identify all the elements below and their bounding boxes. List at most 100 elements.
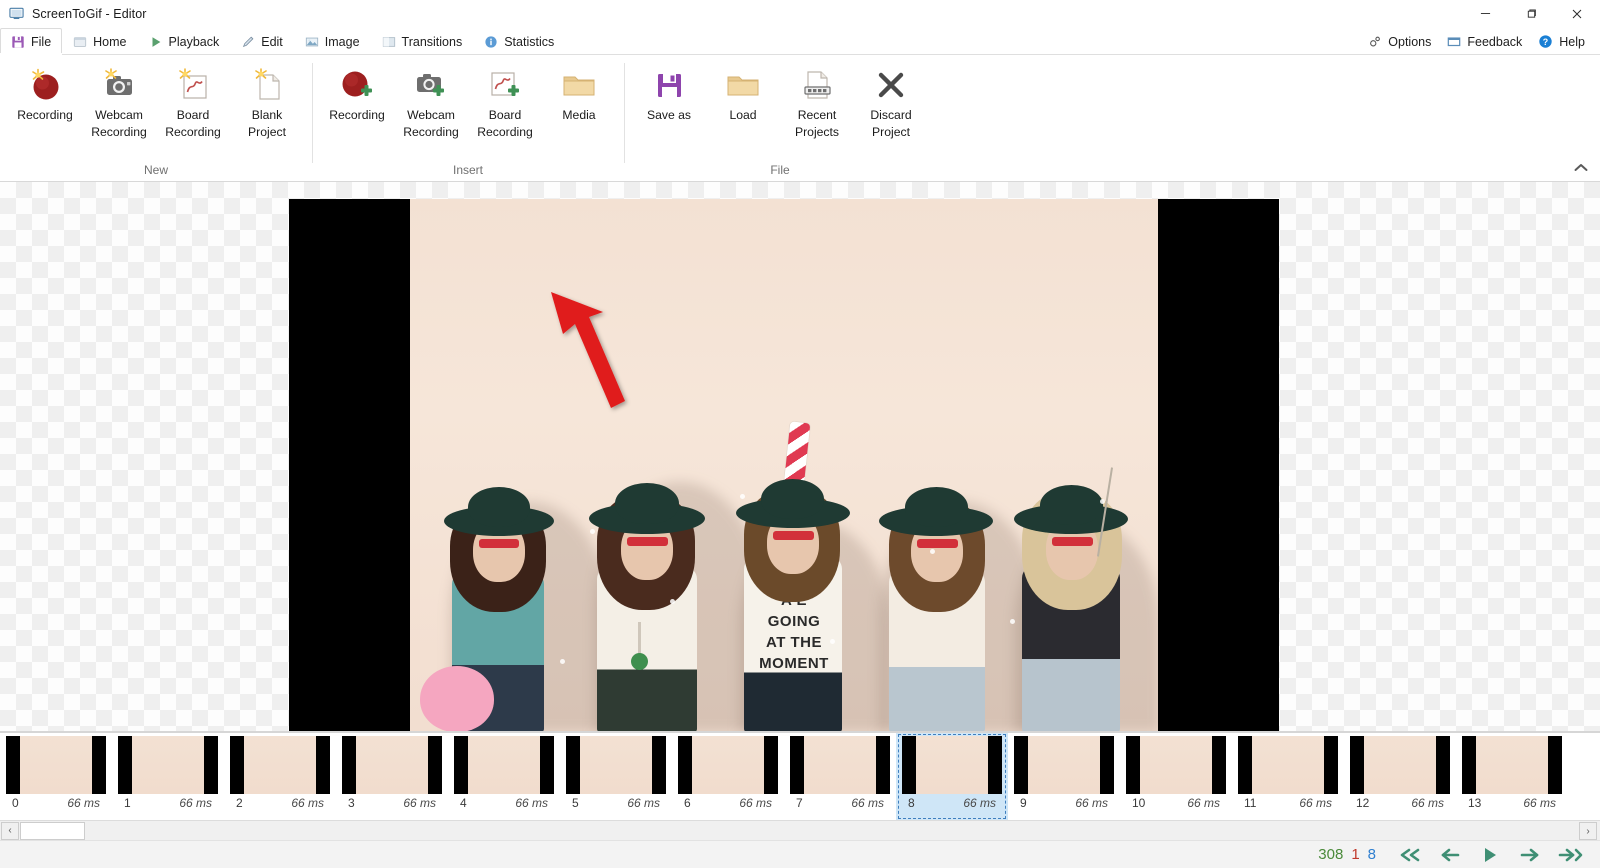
close-button[interactable] [1554, 0, 1600, 28]
frame-item-3[interactable]: 366 ms [336, 733, 448, 820]
frame-index: 4 [460, 796, 467, 810]
blank-project-label-2: Project [248, 124, 286, 141]
frame-index: 11 [1244, 796, 1256, 810]
new-webcam-label-1: Webcam [95, 107, 143, 124]
preview-image: A E GOING AT THE MOMENT [289, 199, 1279, 732]
selected-frames-count: 1 [1351, 846, 1359, 863]
feedback-icon [1447, 35, 1461, 49]
ribbon-group-new: Recording [0, 55, 312, 181]
new-webcam-recording-button[interactable]: Webcam Recording [82, 61, 156, 143]
insert-webcam-icon [412, 65, 450, 105]
recent-projects-label-2: Projects [795, 124, 839, 141]
next-frame-button[interactable] [1510, 842, 1550, 868]
frame-item-7[interactable]: 766 ms [784, 733, 896, 820]
frame-index: 13 [1468, 796, 1481, 810]
scroll-left-button[interactable]: ‹ [1, 822, 19, 840]
insert-webcam-label-1: Webcam [407, 107, 455, 124]
frame-item-6[interactable]: 666 ms [672, 733, 784, 820]
frame-thumbnail [902, 736, 1002, 794]
preview-canvas[interactable]: A E GOING AT THE MOMENT [0, 182, 1600, 732]
insert-webcam-recording-button[interactable]: Webcam Recording [394, 61, 468, 143]
frame-duration: 66 ms [851, 796, 884, 810]
frame-duration: 66 ms [739, 796, 772, 810]
chevron-up-icon[interactable] [1568, 157, 1594, 177]
picture-icon [305, 35, 319, 49]
new-webcam-icon [100, 65, 138, 105]
insert-board-icon [487, 65, 523, 105]
new-recording-button[interactable]: Recording [8, 61, 82, 137]
scrollbar-track[interactable] [20, 822, 1600, 840]
frame-thumbnail [118, 736, 218, 794]
frame-index: 12 [1356, 796, 1369, 810]
scroll-right-button[interactable]: › [1579, 822, 1597, 840]
frame-duration: 66 ms [1187, 796, 1220, 810]
tab-edit[interactable]: Edit [230, 28, 294, 55]
tab-transitions-label: Transitions [402, 35, 463, 49]
folder-icon [560, 65, 598, 105]
help-button[interactable]: ? Help [1531, 34, 1592, 49]
frame-item-4[interactable]: 466 ms [448, 733, 560, 820]
options-label: Options [1388, 35, 1431, 49]
svg-text:?: ? [1543, 37, 1548, 47]
tab-statistics-label: Statistics [504, 35, 554, 49]
new-board-recording-button[interactable]: Board Recording [156, 61, 230, 143]
maximize-button[interactable] [1508, 0, 1554, 28]
load-button[interactable]: Load [706, 61, 780, 137]
tab-transitions[interactable]: Transitions [371, 28, 474, 55]
help-icon: ? [1538, 34, 1553, 49]
frame-item-9[interactable]: 966 ms [1008, 733, 1120, 820]
options-button[interactable]: Options [1361, 35, 1438, 49]
previous-frame-button[interactable] [1430, 842, 1470, 868]
window-title: ScreenToGif - Editor [32, 7, 147, 21]
transition-icon [382, 35, 396, 49]
save-as-label: Save as [647, 107, 691, 124]
frame-item-12[interactable]: 1266 ms [1344, 733, 1456, 820]
blank-project-button[interactable]: Blank Project [230, 61, 304, 143]
tab-statistics[interactable]: Statistics [473, 28, 565, 55]
frame-index: 5 [572, 796, 579, 810]
play-button[interactable] [1470, 842, 1510, 868]
last-frame-button[interactable] [1550, 842, 1590, 868]
first-frame-button[interactable] [1390, 842, 1430, 868]
ribbon-panel: Recording [0, 55, 1600, 182]
frame-item-5[interactable]: 5 66 ms [560, 733, 672, 820]
minimize-button[interactable] [1462, 0, 1508, 28]
frame-thumbnail [1350, 736, 1450, 794]
insert-recording-button[interactable]: Recording [320, 61, 394, 137]
frame-item-2[interactable]: 266 ms [224, 733, 336, 820]
frame-duration: 66 ms [403, 796, 436, 810]
discard-x-icon [874, 65, 908, 105]
window-controls [1462, 0, 1600, 28]
feedback-label: Feedback [1467, 35, 1522, 49]
frame-item-8[interactable]: 866 ms [896, 733, 1008, 820]
insert-media-button[interactable]: Media [542, 61, 616, 137]
scrollbar-thumb[interactable] [20, 822, 85, 840]
pencil-icon [241, 35, 255, 49]
tab-file-label: File [31, 35, 51, 49]
discard-project-label-1: Discard [870, 107, 911, 124]
feedback-button[interactable]: Feedback [1440, 35, 1529, 49]
frame-item-0[interactable]: 066 ms [0, 733, 112, 820]
frame-item-1[interactable]: 166 ms [112, 733, 224, 820]
insert-board-recording-button[interactable]: Board Recording [468, 61, 542, 143]
frame-item-13[interactable]: 1366 ms [1456, 733, 1568, 820]
frame-thumbnail [6, 736, 106, 794]
save-as-button[interactable]: Save as [632, 61, 706, 137]
tab-image[interactable]: Image [294, 28, 371, 55]
tab-file[interactable]: File [0, 28, 62, 55]
tab-playback[interactable]: Playback [138, 28, 231, 55]
insert-board-label-2: Recording [477, 124, 533, 141]
gear-icon [1368, 35, 1382, 49]
frame-duration: 66 ms [67, 796, 100, 810]
timeline-scrollbar[interactable]: ‹ › [0, 820, 1600, 840]
frame-item-11[interactable]: 1166 ms [1232, 733, 1344, 820]
tab-home[interactable]: Home [62, 28, 137, 55]
frame-index: 8 [908, 796, 915, 810]
frame-duration: 66 ms [627, 796, 660, 810]
floppy-save-icon [652, 65, 686, 105]
discard-project-button[interactable]: Discard Project [854, 61, 928, 143]
ribbon-group-file-items: Save as Load [624, 55, 936, 163]
frame-timeline[interactable]: 066 ms 166 ms 266 ms 366 ms 466 ms 566 m… [0, 732, 1600, 820]
frame-item-10[interactable]: 1066 ms [1120, 733, 1232, 820]
recent-projects-button[interactable]: Recent Projects [780, 61, 854, 143]
